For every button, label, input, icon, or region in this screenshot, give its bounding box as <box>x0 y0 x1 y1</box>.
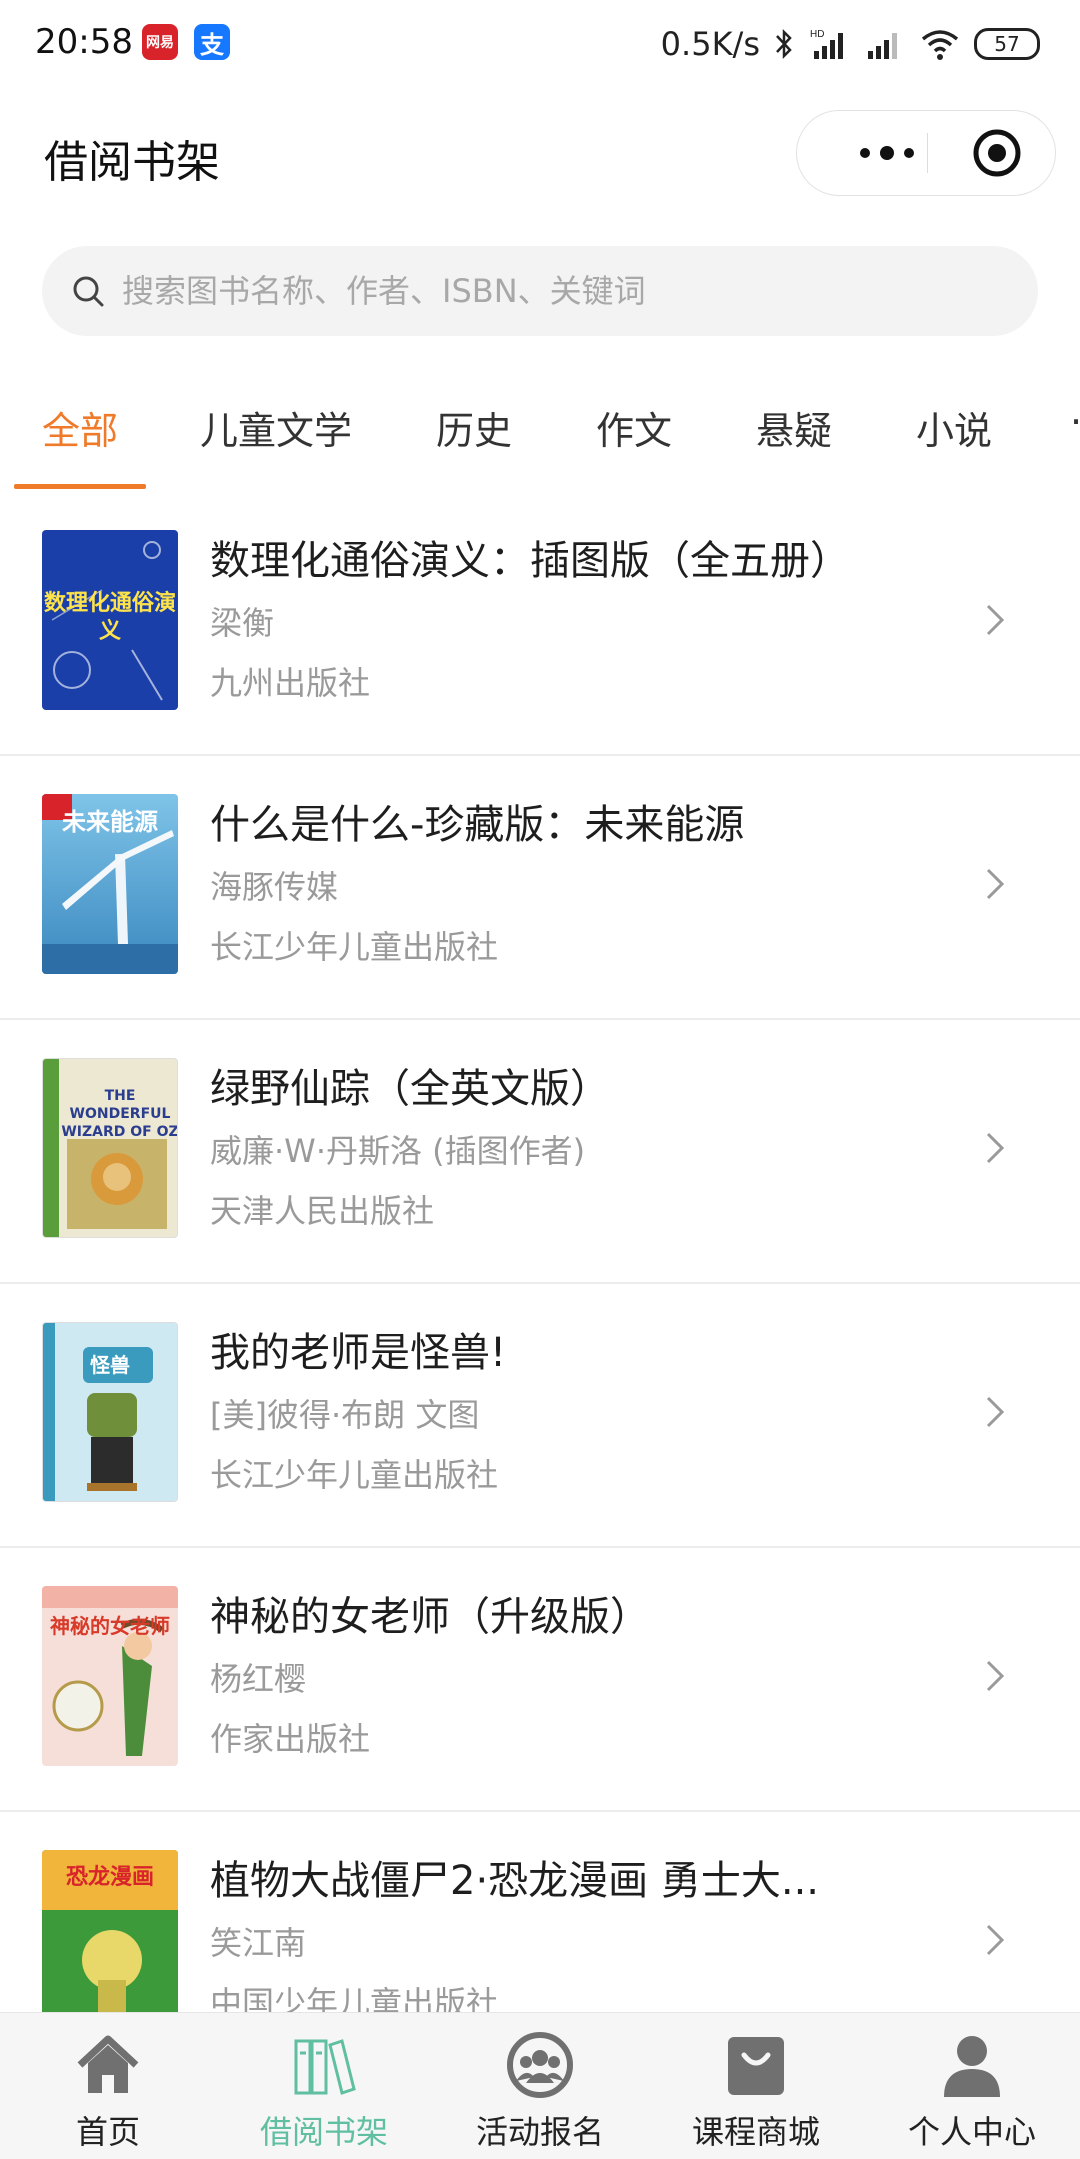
book-author: 杨红樱 <box>210 1660 307 1698</box>
network-speed: 0.5K/s <box>660 25 760 63</box>
nav-course-mall-label: 课程商城 <box>691 2113 820 2151</box>
book-title: 我的老师是怪兽! <box>210 1330 507 1376</box>
battery-icon: 57 <box>974 28 1040 60</box>
book-list-item[interactable]: 神秘的女老师 神秘的女老师（升级版） 杨红樱 作家出版社 <box>0 1546 1080 1812</box>
cover-title: 恐龙漫画 <box>65 1865 154 1890</box>
target-icon <box>973 129 1021 177</box>
tab-all[interactable]: 全部 <box>42 400 118 455</box>
book-cover: 神秘的女老师 <box>42 1586 178 1766</box>
active-tab-indicator <box>14 484 146 489</box>
book-author: 威廉·W·丹斯洛 (插图作者) <box>210 1132 586 1170</box>
signal-icon <box>868 33 897 59</box>
person-icon <box>944 2036 1000 2097</box>
nav-profile[interactable]: 个人中心 <box>864 2013 1080 2159</box>
book-title: 植物大战僵尸2·恐龙漫画 勇士大... <box>210 1858 820 1904</box>
cover-title: THE WONDERFUL WIZARD OF OZ <box>61 1088 178 1140</box>
chevron-right-icon <box>986 1924 1005 1956</box>
book-publisher: 长江少年儿童出版社 <box>210 1456 499 1494</box>
book-author: [美]彼得·布朗 文图 <box>210 1396 480 1434</box>
mini-program-capsule <box>796 110 1056 196</box>
svg-text:HD: HD <box>810 29 824 40</box>
wifi-icon <box>921 30 959 60</box>
status-right-group: 0.5K/s HD 57 <box>661 22 1040 66</box>
cover-title: 怪兽 <box>90 1353 130 1377</box>
shopping-bag-icon <box>728 2037 784 2095</box>
book-cover: THE WONDERFUL WIZARD OF OZ <box>42 1058 178 1238</box>
book-title: 神秘的女老师（升级版） <box>210 1594 650 1640</box>
book-author: 笑江南 <box>210 1924 307 1962</box>
nav-home[interactable]: 首页 <box>0 2013 216 2159</box>
search-bar[interactable] <box>42 246 1038 336</box>
bluetooth-icon <box>776 28 792 60</box>
book-publisher: 长江少年儿童出版社 <box>210 928 499 966</box>
tab-novel[interactable]: 小说 <box>916 400 992 455</box>
book-title: 数理化通俗演义：插图版（全五册） <box>210 538 850 584</box>
nav-bookshelf-label: 借阅书架 <box>259 2113 388 2151</box>
cover-title: 未来能源 <box>62 808 158 836</box>
capsule-divider <box>927 133 928 173</box>
book-cover: 数理化通俗演义 <box>42 530 178 710</box>
book-cover: 恐龙漫画 <box>42 1850 178 2030</box>
battery-level: 57 <box>994 32 1020 56</box>
chevron-right-icon <box>986 868 1005 900</box>
status-bar: 20:58 网易 支 0.5K/s HD 57 <box>0 0 1080 90</box>
cover-title: 数理化通俗演义 <box>43 591 176 644</box>
book-title: 绿野仙踪（全英文版） <box>210 1066 610 1112</box>
tab-mystery[interactable]: 悬疑 <box>756 400 832 455</box>
nav-bookshelf[interactable]: 借阅书架 <box>216 2013 432 2159</box>
search-input[interactable] <box>120 271 1004 311</box>
status-time: 20:58 <box>35 22 133 62</box>
book-publisher: 作家出版社 <box>210 1720 371 1758</box>
chevron-right-icon <box>986 1132 1005 1164</box>
book-cover: 未来能源 <box>42 794 178 974</box>
cover-title: 神秘的女老师 <box>50 1614 170 1638</box>
book-publisher: 天津人民出版社 <box>210 1192 435 1230</box>
page-title: 借阅书架 <box>44 137 220 188</box>
chevron-right-icon <box>986 1396 1005 1428</box>
chevron-right-icon <box>986 1660 1005 1692</box>
book-cover: 怪兽 <box>42 1322 178 1502</box>
nav-activities[interactable]: 活动报名 <box>432 2013 648 2159</box>
home-icon <box>77 2035 139 2093</box>
category-tabs: 全部 儿童文学 历史 作文 悬疑 小说 · <box>0 370 1080 490</box>
more-dots-icon <box>860 146 914 160</box>
tab-history[interactable]: 历史 <box>436 400 512 455</box>
book-title: 什么是什么-珍藏版：未来能源 <box>210 802 745 848</box>
nav-home-label: 首页 <box>75 2113 140 2151</box>
chevron-right-icon <box>986 604 1005 636</box>
book-list-item[interactable]: 怪兽 我的老师是怪兽! [美]彼得·布朗 文图 长江少年儿童出版社 <box>0 1282 1080 1548</box>
tab-more-overflow[interactable]: · <box>1070 400 1080 444</box>
book-author: 梁衡 <box>210 604 275 642</box>
tab-composition[interactable]: 作文 <box>596 400 672 455</box>
close-mini-program-button[interactable] <box>942 111 1052 195</box>
more-options-button[interactable] <box>827 111 947 195</box>
book-author: 海豚传媒 <box>210 868 339 906</box>
book-list-item[interactable]: THE WONDERFUL WIZARD OF OZ 绿野仙踪（全英文版） 威廉… <box>0 1018 1080 1284</box>
bottom-navigation: 首页 借阅书架 活动报名 课程商城 个人中心 <box>0 2012 1080 2159</box>
title-bar: 借阅书架 <box>0 100 1080 210</box>
group-icon <box>507 2032 573 2098</box>
tab-children-literature[interactable]: 儿童文学 <box>200 400 352 455</box>
book-list-item[interactable]: 数理化通俗演义 数理化通俗演义：插图版（全五册） 梁衡 九州出版社 <box>0 490 1080 756</box>
alipay-app-icon: 支 <box>194 24 230 60</box>
bookshelf-icon <box>294 2039 356 2095</box>
book-publisher: 九州出版社 <box>210 664 371 702</box>
hd-signal-icon: HD <box>810 29 843 59</box>
nav-activities-label: 活动报名 <box>475 2113 604 2151</box>
search-icon <box>68 271 108 311</box>
netease-app-icon: 网易 <box>142 24 178 60</box>
nav-course-mall[interactable]: 课程商城 <box>648 2013 864 2159</box>
nav-profile-label: 个人中心 <box>907 2113 1036 2151</box>
book-list-item[interactable]: 未来能源 什么是什么-珍藏版：未来能源 海豚传媒 长江少年儿童出版社 <box>0 754 1080 1020</box>
